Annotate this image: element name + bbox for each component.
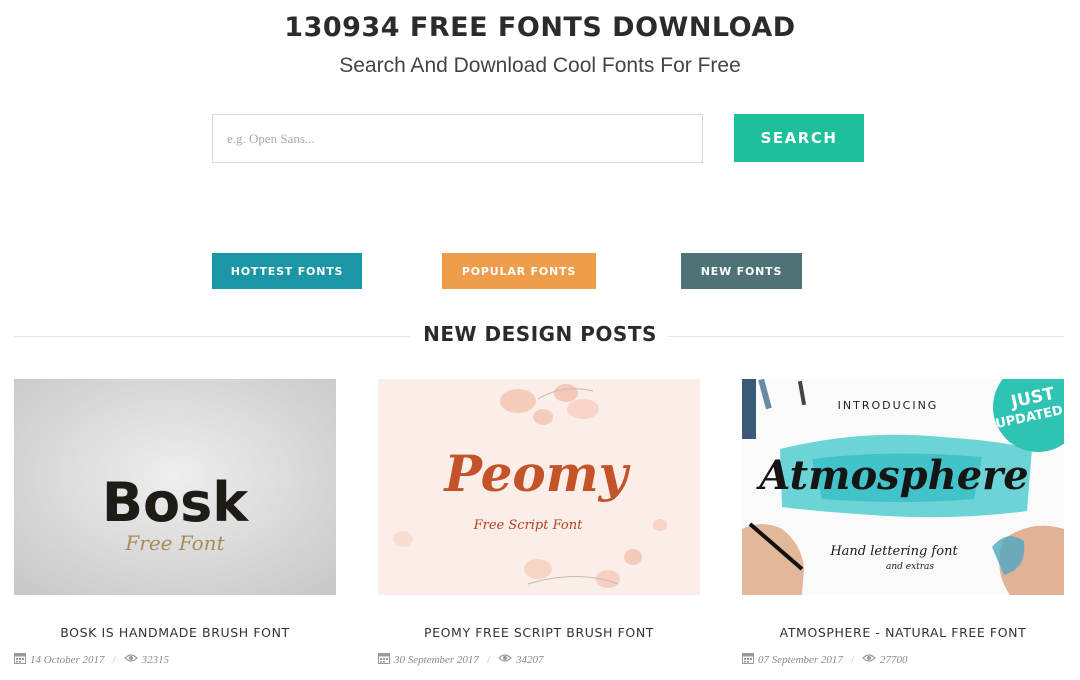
svg-text:and extras: and extras xyxy=(886,562,934,572)
svg-text:Bosk: Bosk xyxy=(102,471,249,534)
post-thumbnail[interactable]: JUST UPDATED INTRODUCING Atmosphere Hand… xyxy=(742,379,1064,595)
eye-icon xyxy=(123,653,138,666)
post-meta: 30 September 2017 / 34207 xyxy=(378,652,700,667)
post-card: JUST UPDATED INTRODUCING Atmosphere Hand… xyxy=(742,379,1064,666)
page-title: 130934 FREE FONTS DOWNLOAD xyxy=(284,12,796,43)
meta-separator: / xyxy=(112,653,116,666)
post-title[interactable]: BOSK IS HANDMADE BRUSH FONT xyxy=(14,625,336,640)
post-date: 30 September 2017 xyxy=(394,653,479,666)
popular-fonts-button[interactable]: POPULAR FONTS xyxy=(442,253,596,289)
post-thumbnail[interactable]: Bosk Free Font xyxy=(14,379,336,595)
post-date: 07 September 2017 xyxy=(758,653,843,666)
atmosphere-preview-image: JUST UPDATED INTRODUCING Atmosphere Hand… xyxy=(742,379,1064,595)
post-date: 14 October 2017 xyxy=(30,653,105,666)
post-card: Peomy Free Script Font PEOMY FREE SCRIPT… xyxy=(378,379,700,666)
new-fonts-button[interactable]: NEW FONTS xyxy=(681,253,802,289)
svg-text:INTRODUCING: INTRODUCING xyxy=(838,399,939,412)
post-meta: 14 October 2017 / 32315 xyxy=(14,652,336,667)
eye-icon xyxy=(862,653,876,666)
calendar-icon xyxy=(742,652,754,667)
svg-text:Atmosphere: Atmosphere xyxy=(755,452,1028,499)
post-thumbnail[interactable]: Peomy Free Script Font xyxy=(378,379,700,595)
svg-text:Free Script Font: Free Script Font xyxy=(473,518,583,533)
bosk-preview-image: Bosk Free Font xyxy=(14,379,336,595)
post-views: 32315 xyxy=(141,653,170,666)
search-input[interactable] xyxy=(212,114,703,163)
svg-text:Peomy: Peomy xyxy=(442,444,630,503)
svg-text:Free Font: Free Font xyxy=(124,531,225,555)
section-title: NEW DESIGN POSTS xyxy=(423,322,657,346)
post-title[interactable]: ATMOSPHERE - NATURAL FREE FONT xyxy=(742,625,1064,640)
search-button[interactable]: SEARCH xyxy=(734,114,864,162)
page-subtitle: Search And Download Cool Fonts For Free xyxy=(339,54,741,77)
post-meta: 07 September 2017 / 27700 xyxy=(742,652,1064,667)
post-card: Bosk Free Font BOSK IS HANDMADE BRUSH FO… xyxy=(14,379,336,666)
post-views: 34207 xyxy=(516,653,544,666)
meta-separator: / xyxy=(850,653,854,666)
hottest-fonts-button[interactable]: HOTTEST FONTS xyxy=(212,253,362,289)
post-title[interactable]: PEOMY FREE SCRIPT BRUSH FONT xyxy=(378,625,700,640)
calendar-icon xyxy=(14,652,26,667)
calendar-icon xyxy=(378,652,390,667)
peomy-preview-image: Peomy Free Script Font xyxy=(378,379,700,595)
post-views: 27700 xyxy=(880,653,908,666)
svg-text:Hand lettering font: Hand lettering font xyxy=(829,544,958,559)
eye-icon xyxy=(498,653,512,666)
meta-separator: / xyxy=(486,653,490,666)
